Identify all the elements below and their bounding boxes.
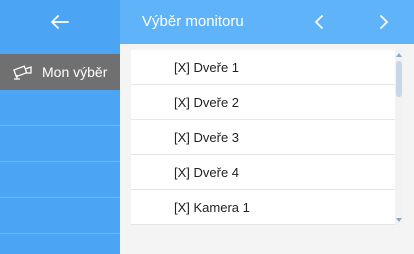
scroll-down-icon[interactable] [396, 217, 402, 223]
sidebar-menu: Mon výběr [0, 54, 120, 234]
page-title: Výběr monitoru [142, 13, 244, 30]
sidebar-empty-row [0, 126, 120, 162]
sidebar: Mon výběr [0, 0, 120, 254]
list-item[interactable]: [X] Dveře 3 [131, 120, 403, 155]
chevron-left-icon [315, 15, 323, 29]
sidebar-empty-row [0, 198, 120, 234]
monitor-list: [X] Dveře 1 [X] Dveře 2 [X] Dveře 3 [X] … [131, 50, 403, 225]
monitor-selection-screen: Mon výběr Výběr monitoru [X] Dveře 1 [X]… [0, 0, 414, 254]
list-item[interactable]: [X] Dveře 4 [131, 155, 403, 190]
list-item[interactable]: [X] Dveře 1 [131, 50, 403, 85]
back-button[interactable] [0, 0, 120, 44]
arrow-left-icon [51, 15, 69, 29]
monitor-camera-icon [13, 65, 32, 80]
scrollbar-thumb[interactable] [396, 61, 402, 97]
sidebar-empty-row [0, 90, 120, 126]
sidebar-item-label: Mon výběr [42, 64, 108, 80]
sidebar-empty-row [0, 162, 120, 198]
sidebar-item-mon-vyber[interactable]: Mon výběr [0, 54, 120, 90]
next-page-button[interactable] [373, 12, 393, 32]
chevron-right-icon [380, 15, 388, 29]
list-item[interactable]: [X] Dveře 2 [131, 85, 403, 120]
previous-page-button[interactable] [310, 12, 330, 32]
list-item[interactable]: [X] Kamera 1 [131, 190, 403, 225]
scroll-up-icon[interactable] [396, 52, 402, 58]
scrollbar[interactable] [395, 50, 403, 225]
header-bar: Výběr monitoru [120, 0, 414, 44]
